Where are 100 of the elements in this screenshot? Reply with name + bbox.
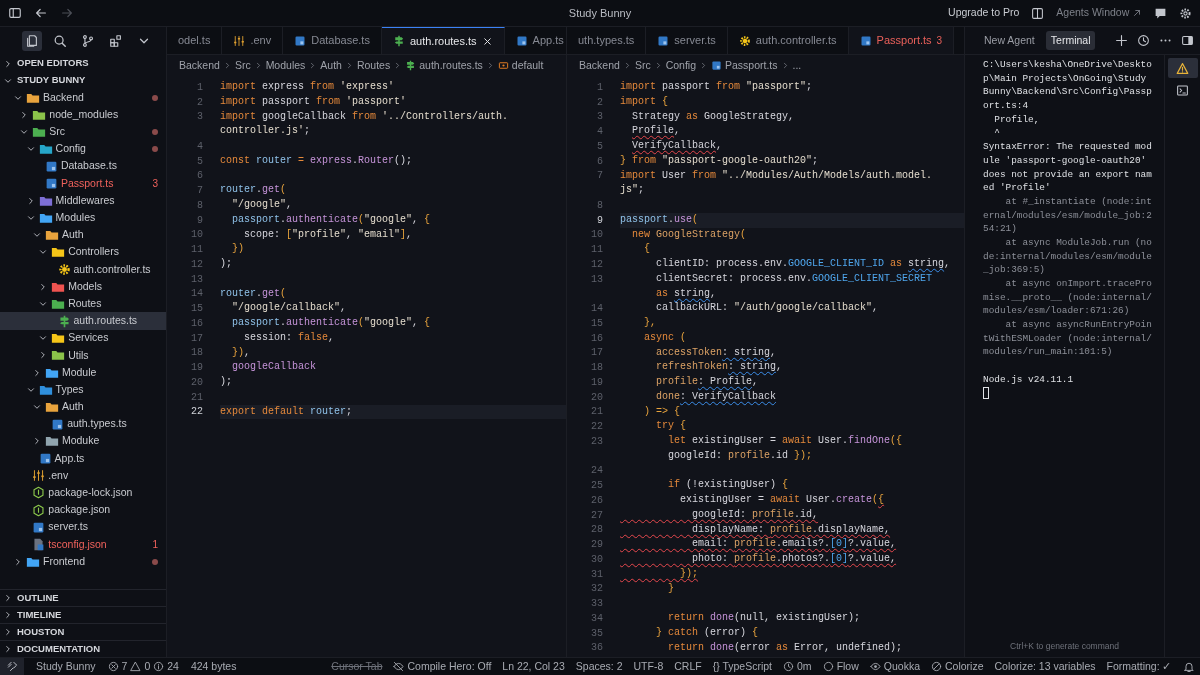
breadcrumb-item[interactable]: Modules [265, 57, 306, 74]
breadcrumb-item[interactable]: Src [234, 57, 251, 74]
folder-row[interactable]: Middlewares [0, 192, 166, 210]
file-row[interactable]: auth.types.ts [0, 415, 166, 433]
editor-tab[interactable]: Passport.ts 3 [848, 27, 955, 54]
status-item[interactable]: Cursor Tab [331, 658, 383, 675]
warning-button[interactable] [1167, 58, 1198, 78]
folder-row[interactable]: Modules [0, 209, 166, 227]
terminal-line: _job:369:5) [983, 263, 1046, 277]
upgrade-link[interactable]: Upgrade to Pro [948, 5, 1020, 21]
status-item[interactable]: Compile Hero: Off [393, 658, 492, 675]
folder-row[interactable]: Models [0, 278, 166, 296]
line-number: 16 [590, 331, 603, 346]
status-item[interactable]: Spaces: 2 [575, 658, 623, 675]
folder-row[interactable]: Backend [0, 89, 166, 107]
status-item[interactable]: Flow [822, 658, 859, 675]
breadcrumb-item[interactable]: Backend [579, 57, 620, 74]
chevron-icon [699, 61, 708, 70]
folder-row[interactable]: node_modules [0, 106, 166, 124]
folder-row[interactable]: Src [0, 123, 166, 141]
breadcrumb-item[interactable]: Routes [356, 57, 391, 74]
problems-button[interactable]: 7 0 24 [107, 658, 179, 675]
folder-row[interactable]: Types [0, 381, 166, 399]
bell-icon[interactable] [1182, 660, 1195, 673]
file-row[interactable]: .env [0, 467, 166, 485]
remote-icon [6, 661, 18, 672]
folder-row[interactable]: Module [0, 364, 166, 382]
status-item[interactable]: {} TypeScript [712, 658, 773, 675]
breadcrumb-item[interactable]: Passport.ts [711, 57, 778, 74]
status-item[interactable]: Quokka [869, 658, 920, 675]
folder-row[interactable]: Auth [0, 226, 166, 244]
error-count: 3 [936, 34, 943, 48]
section-header[interactable]: OUTLINE [0, 589, 166, 606]
breadcrumb-item[interactable]: ... [792, 57, 802, 74]
file-name: tsconfig.json [48, 536, 107, 552]
section-header[interactable]: TIMELINE [0, 606, 166, 623]
breadcrumb-item[interactable]: Config [665, 57, 696, 74]
file-row[interactable]: auth.routes.ts [0, 312, 166, 330]
section-header[interactable]: STUDY BUNNY [0, 72, 166, 89]
folder-row[interactable]: Controllers [0, 243, 166, 261]
file-row[interactable]: App.ts [0, 449, 166, 468]
file-row[interactable]: tsconfig.json 1 [0, 535, 166, 554]
file-name: Backend [43, 89, 84, 105]
remote-button[interactable] [0, 658, 24, 675]
plus-icon[interactable] [1115, 34, 1128, 47]
explorer-button[interactable] [22, 31, 42, 51]
folder-row[interactable]: Routes [0, 295, 166, 313]
line-number: 13 [190, 272, 203, 287]
status-item[interactable]: CRLF [674, 658, 702, 675]
code-line: new GoogleStrategy( [631, 227, 748, 242]
file-name: Models [68, 278, 103, 294]
folder-row[interactable]: Frontend [0, 553, 166, 571]
status-item[interactable]: Colorize [931, 658, 984, 675]
file-row[interactable]: package-lock.json [0, 484, 166, 502]
folder-row[interactable]: Utils [0, 346, 166, 364]
section-header[interactable]: OPEN EDITORS [0, 55, 166, 72]
close-icon[interactable] [481, 35, 493, 47]
file-row[interactable]: Database.ts [0, 157, 166, 175]
file-row[interactable]: package.json [0, 501, 166, 519]
status-item[interactable]: UTF-8 [633, 658, 664, 675]
history-icon[interactable] [1137, 34, 1150, 47]
status-item[interactable]: Formatting: ✓ [1106, 658, 1172, 675]
info-count: 24 [167, 658, 179, 674]
folder-row[interactable]: Auth [0, 398, 166, 416]
status-item[interactable]: Colorize: 13 variables [994, 658, 1096, 675]
breadcrumb-item[interactable]: Src [634, 57, 651, 74]
file-row[interactable]: auth.controller.ts [0, 260, 166, 279]
file-row[interactable]: Passport.ts 3 [0, 174, 166, 193]
breadcrumb-item[interactable]: Backend [179, 57, 220, 74]
back-arrow-icon[interactable] [34, 6, 48, 20]
breadcrumb-item[interactable]: auth.routes.ts [405, 57, 483, 74]
panel-toggle-icon[interactable] [1181, 34, 1194, 47]
file-name: Moduke [61, 433, 100, 449]
folder-row[interactable]: Services [0, 329, 166, 347]
file-name: package-lock.json [48, 485, 133, 501]
editor-tab[interactable]: auth.routes.ts [381, 27, 505, 54]
layout-icon[interactable] [1031, 6, 1045, 20]
line-number: 23 [590, 434, 603, 449]
chat-icon[interactable] [1154, 6, 1167, 20]
code-line: ); [220, 375, 233, 389]
section-header[interactable]: HOUSTON [0, 623, 166, 640]
sidebar-toggle-icon[interactable] [8, 6, 22, 20]
agents-window-link[interactable]: Agents Window [1056, 5, 1142, 21]
settings-icon[interactable] [1179, 6, 1192, 20]
code-line: passport.authenticate("google", { [231, 316, 432, 330]
status-item[interactable]: 424 bytes [190, 658, 237, 675]
breadcrumb-item[interactable]: Auth [320, 57, 342, 74]
panel-tab[interactable]: New Agent [979, 30, 1040, 51]
panel-tab[interactable]: Terminal [1045, 30, 1096, 51]
status-item[interactable]: Ln 22, Col 23 [502, 658, 565, 675]
code-line: }) [231, 242, 245, 257]
folder-row[interactable]: Moduke [0, 432, 166, 450]
status-item[interactable]: Study Bunny [36, 658, 96, 675]
file-row[interactable]: server.ts [0, 518, 166, 536]
status-item[interactable]: 0m [783, 658, 812, 675]
line-number: 16 [190, 316, 203, 331]
chevron-icon[interactable] [13, 556, 23, 567]
breadcrumb-item[interactable]: default [497, 57, 544, 74]
file-name: server.ts [48, 519, 88, 535]
folder-row[interactable]: Config [0, 140, 166, 158]
